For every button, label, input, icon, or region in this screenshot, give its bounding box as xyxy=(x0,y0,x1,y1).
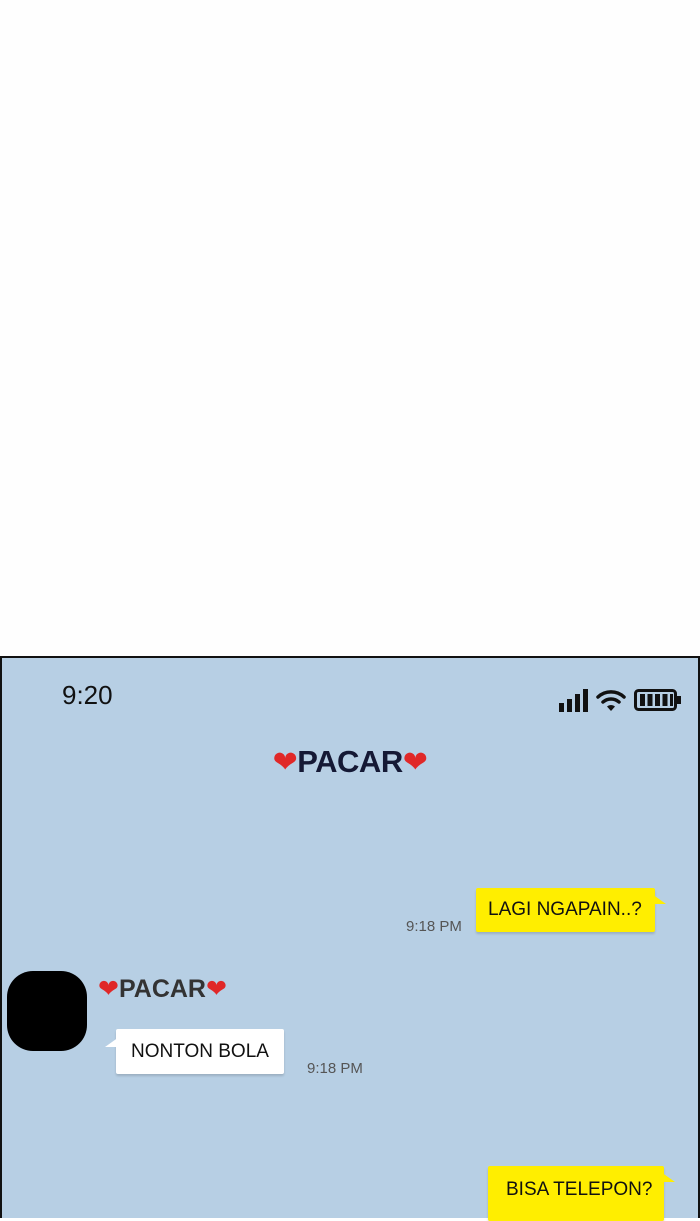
outgoing-message[interactable]: BISA TELEPON? xyxy=(488,1166,676,1221)
bubble-tail xyxy=(661,1172,676,1182)
message-timestamp: 9:18 PM xyxy=(307,1060,363,1077)
chat-title[interactable]: ❤PACAR❤ xyxy=(2,744,698,780)
bubble-tail xyxy=(651,894,666,904)
blank-area xyxy=(0,0,700,656)
sender-name-text: PACAR xyxy=(118,975,206,1003)
message-text: BISA TELEPON? xyxy=(506,1179,653,1200)
heart-icon: ❤ xyxy=(98,975,119,1003)
signal-icon xyxy=(559,688,588,712)
heart-icon: ❤ xyxy=(206,975,227,1003)
heart-icon: ❤ xyxy=(402,746,428,779)
status-icons xyxy=(559,688,682,712)
battery-icon xyxy=(634,689,681,711)
chat-title-name: PACAR xyxy=(297,744,403,779)
message-text: LAGI NGAPAIN..? xyxy=(488,899,642,920)
status-time: 9:20 xyxy=(62,680,113,710)
bubble-tail xyxy=(105,1037,119,1047)
sender-name: ❤PACAR❤ xyxy=(98,974,227,1004)
user-avatar-icon[interactable] xyxy=(7,971,87,1051)
message-text: NONTON BOLA xyxy=(131,1041,269,1062)
message-timestamp: 9:18 PM xyxy=(406,918,462,935)
wifi-icon xyxy=(596,690,626,711)
chat-screen: 9:20 ❤PACAR❤ 9:18 PM LAGI NGAPAIN..? ❤PA… xyxy=(0,656,700,1221)
heart-icon: ❤ xyxy=(272,746,298,779)
incoming-message[interactable]: NONTON BOLA xyxy=(105,1029,284,1074)
outgoing-message[interactable]: LAGI NGAPAIN..? xyxy=(476,888,666,932)
